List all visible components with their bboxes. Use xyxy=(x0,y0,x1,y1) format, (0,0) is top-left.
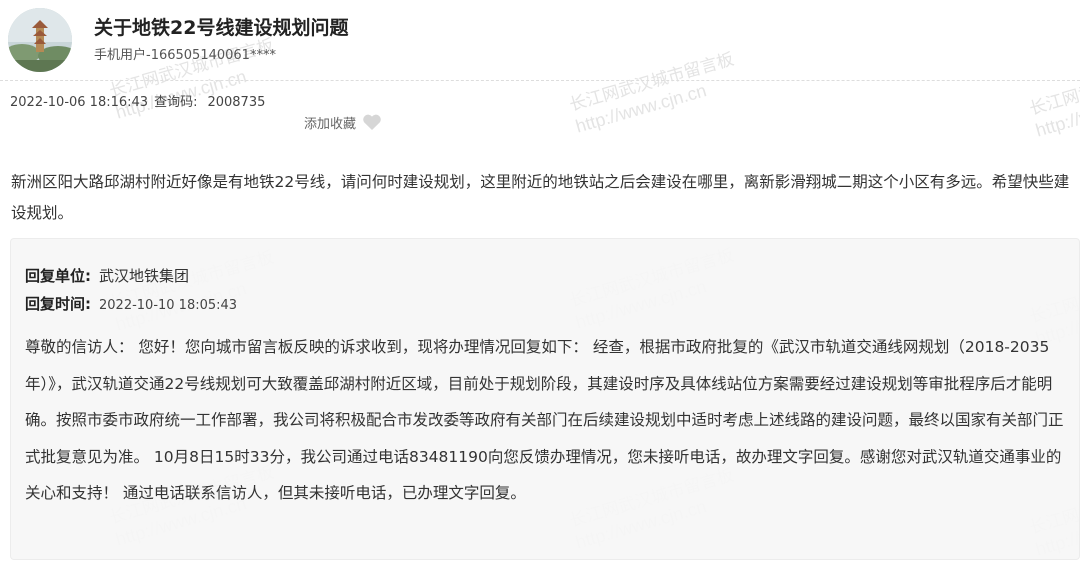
reply-time: 2022-10-10 18:05:43 xyxy=(99,298,238,313)
divider xyxy=(0,80,1080,81)
question-text: 新洲区阳大路邱湖村附近好像是有地铁22号线，请问何时建设规划，这里附近的地铁站之… xyxy=(11,173,1070,222)
post-datetime: 2022-10-06 18:16:43 xyxy=(10,95,149,110)
reply-unit-label: 回复单位: xyxy=(25,267,91,285)
reply-time-label: 回复时间: xyxy=(25,295,91,313)
query-code: 2008735 xyxy=(207,95,266,110)
reply-box: 回复单位: 武汉地铁集团 回复时间: 2022-10-10 18:05:43 尊敬的… xyxy=(10,238,1080,560)
heart-icon xyxy=(363,114,381,130)
page-title: 关于地铁22号线建设规划问题 xyxy=(94,17,349,39)
reply-time-row: 回复时间: 2022-10-10 18:05:43 xyxy=(25,293,237,314)
add-favorite-label: 添加收藏 xyxy=(304,117,357,132)
avatar[interactable] xyxy=(8,8,72,72)
query-code-label: 查询码: xyxy=(154,95,198,110)
author-name: 手机用户-166505140061**** xyxy=(94,48,276,63)
avatar-image xyxy=(8,8,72,72)
post-header: 关于地铁22号线建设规划问题 手机用户-166505140061**** xyxy=(0,0,1080,80)
add-favorite-button[interactable]: 添加收藏 xyxy=(304,113,382,132)
reply-unit: 武汉地铁集团 xyxy=(99,267,190,285)
reply-unit-row: 回复单位: 武汉地铁集团 xyxy=(25,265,189,286)
post-meta: 2022-10-06 18:16:43 查询码: 2008735 xyxy=(10,91,271,110)
reply-text: 尊敬的信访人： 您好！您向城市留言板反映的诉求收到，现将办理情况回复如下： 经查… xyxy=(25,338,1064,502)
